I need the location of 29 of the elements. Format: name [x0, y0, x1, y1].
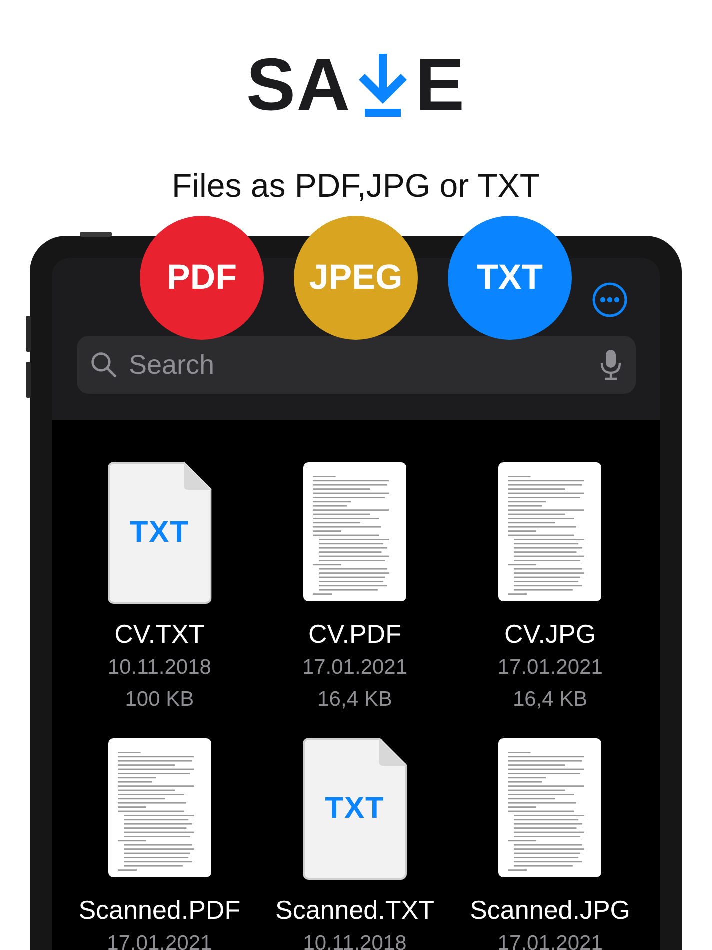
file-size: 16,4 KB — [512, 687, 588, 713]
search-bar[interactable]: Search — [77, 336, 636, 394]
file-name: Scanned.TXT — [276, 894, 434, 926]
file-name: Scanned.JPG — [470, 894, 631, 926]
file-size: 100 KB — [125, 687, 194, 713]
logo-text: SA — [246, 50, 352, 120]
text-file-thumbnail[interactable]: TXT — [108, 462, 212, 604]
search-icon — [91, 352, 117, 378]
search-field[interactable]: Search — [127, 348, 600, 382]
file-date: 17.01.2021 — [107, 931, 212, 950]
logo-text: E — [415, 50, 466, 120]
file-size: 16,4 KB — [318, 687, 392, 713]
file-name: CV.PDF — [308, 618, 402, 650]
document-thumbnail[interactable] — [498, 462, 602, 602]
tagline: Files as PDF,JPG or TXT — [171, 166, 541, 206]
file-date: 10.11.2018 — [303, 931, 407, 950]
file-name: CV.JPG — [504, 618, 596, 650]
file-name: Scanned.PDF — [78, 894, 241, 926]
more-button[interactable] — [592, 282, 628, 318]
document-thumbnail[interactable] — [498, 738, 602, 878]
microphone-icon[interactable] — [600, 349, 622, 381]
file-name: CV.TXT — [114, 618, 205, 650]
document-thumbnail[interactable] — [108, 738, 212, 878]
document-thumbnail[interactable] — [302, 462, 407, 602]
file-date: 17.01.2021 — [498, 655, 603, 681]
text-file-thumbnail[interactable]: TXT — [302, 738, 407, 880]
file-date: 17.01.2021 — [498, 931, 603, 950]
file-date: 17.01.2021 — [302, 655, 408, 681]
file-date: 10.11.2018 — [108, 655, 212, 681]
